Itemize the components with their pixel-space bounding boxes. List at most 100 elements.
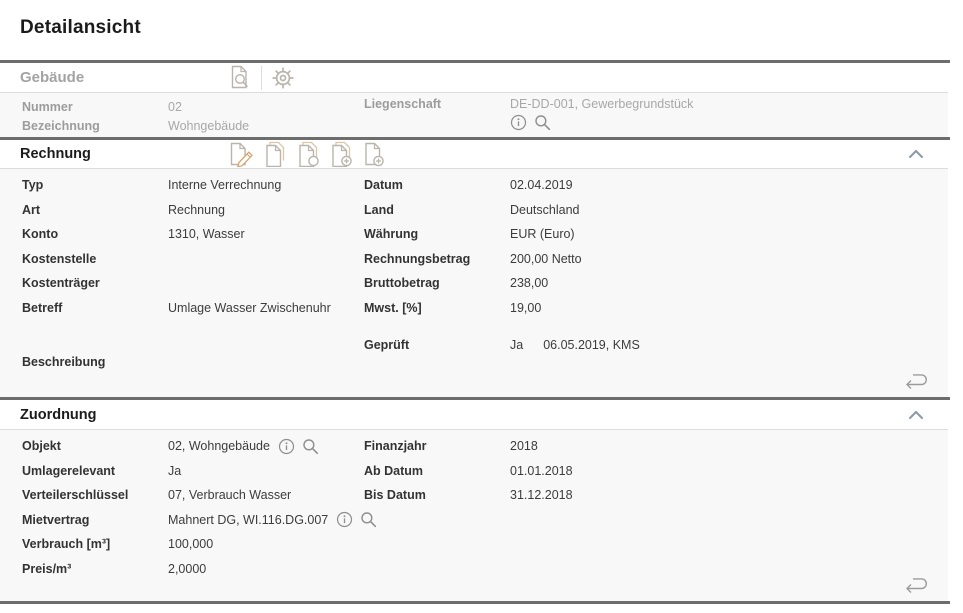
field-row-typ: TypInterne Verrechnung — [22, 173, 364, 198]
field-value: 02 — [168, 100, 182, 114]
detail-view-page: Detailansicht Gebäude Nummer02 Bezeichnun… — [0, 0, 963, 604]
lookup-icons — [510, 114, 693, 131]
field-value: EUR (Euro) — [510, 227, 575, 241]
field-row-umlagerelevant: UmlagerelevantJa — [22, 459, 364, 484]
gebaeude-header: Gebäude — [0, 63, 950, 92]
field-label: Bruttobetrag — [364, 276, 510, 290]
copy-document-add-icon[interactable] — [329, 141, 353, 167]
field-row-mwst: Mwst. [%]19,00 — [364, 296, 948, 321]
field-value: Wohngebäude — [168, 119, 249, 133]
field-value: 2018 — [510, 439, 538, 453]
chevron-up-icon[interactable] — [908, 149, 924, 159]
field-value: 1310, Wasser — [168, 227, 245, 241]
info-icon[interactable] — [278, 438, 295, 455]
field-value: Mahnert DG, WI.116.DG.007 — [168, 513, 328, 527]
zuordnung-fields: Objekt02, WohngebäudeUmlagerelevantJaVer… — [0, 429, 948, 601]
field-row-art: ArtRechnung — [22, 198, 364, 223]
field-label: Geprüft — [364, 338, 510, 352]
rechnung-toolbar — [228, 141, 386, 167]
settings-gear-icon[interactable] — [271, 66, 295, 90]
field-label: Datum — [364, 178, 510, 192]
field-value: 100,000 — [168, 537, 213, 551]
field-value: 2,0000 — [168, 562, 206, 576]
field-value: 200,00 Netto — [510, 252, 582, 266]
zuordnung-left-column: Objekt02, WohngebäudeUmlagerelevantJaVer… — [0, 430, 364, 581]
rechnung-fields: TypInterne VerrechnungArtRechnungKonto13… — [0, 168, 948, 397]
field-label: Preis/m³ — [22, 562, 168, 576]
field-label: Währung — [364, 227, 510, 241]
field-row-ab-datum: Ab Datum01.01.2018 — [364, 459, 948, 484]
field-label: Objekt — [22, 439, 168, 453]
field-row-konto: Konto1310, Wasser — [22, 222, 364, 247]
field-value: 02, Wohngebäude — [168, 439, 270, 453]
edit-document-icon[interactable] — [228, 142, 254, 167]
field-row-betreff: BetreffUmlage Wasser Zwischenuhr — [22, 296, 364, 321]
section-gebaeude: Gebäude Nummer02 BezeichnungWohngebäude L… — [0, 63, 963, 137]
search-icon[interactable] — [534, 114, 551, 131]
field-value: DE-DD-001, Gewerbegrundstück — [510, 97, 693, 111]
field-row-verteilerschlussel: Verteilerschlüssel07, Verbrauch Wasser — [22, 483, 364, 508]
field-label: Kostenstelle — [22, 252, 168, 266]
info-icon[interactable] — [336, 511, 353, 528]
field-row-wahrung: WährungEUR (Euro) — [364, 222, 948, 247]
field-label: Ab Datum — [364, 464, 510, 478]
field-value: 31.12.2018 — [510, 488, 573, 502]
page-title: Detailansicht — [0, 0, 963, 60]
field-row-bruttobetrag: Bruttobetrag238,00 — [364, 271, 948, 296]
field-row-objekt: Objekt02, Wohngebäude — [22, 434, 364, 459]
undo-icon[interactable] — [903, 372, 930, 390]
field-row-rechnungsbetrag: Rechnungsbetrag200,00 Netto — [364, 247, 948, 272]
section-rechnung: Rechnung TypInterne VerrechnungArtRechnu… — [0, 140, 963, 397]
field-label: Verteilerschlüssel — [22, 488, 168, 502]
section-title-gebaeude: Gebäude — [20, 69, 228, 86]
rechnung-left-column: TypInterne VerrechnungArtRechnungKonto13… — [0, 169, 364, 374]
field-label: Konto — [22, 227, 168, 241]
field-label: Betreff — [22, 301, 168, 315]
section-title-zuordnung: Zuordnung — [20, 407, 228, 423]
field-value: 238,00 — [510, 276, 548, 290]
preview-document-icon[interactable] — [228, 65, 252, 90]
new-document-add-icon[interactable] — [362, 141, 386, 167]
gebaeude-right-column: LiegenschaftDE-DD-001, Gewerbegrundstück — [364, 93, 948, 131]
field-label: Bis Datum — [364, 488, 510, 502]
info-icon[interactable] — [510, 114, 527, 131]
field-label: Typ — [22, 178, 168, 192]
field-row-bis-datum: Bis Datum31.12.2018 — [364, 483, 948, 508]
field-row-land: LandDeutschland — [364, 198, 948, 223]
field-value: 07, Verbrauch Wasser — [168, 488, 291, 502]
field-label: Beschreibung — [22, 355, 168, 369]
gebaeude-fields: Nummer02 BezeichnungWohngebäude Liegensch… — [0, 92, 948, 137]
field-row-datum: Datum02.04.2019 — [364, 173, 948, 198]
copy-document-circle-icon[interactable] — [296, 141, 320, 167]
undo-icon[interactable] — [903, 576, 930, 594]
section-zuordnung: Zuordnung Objekt02, WohngebäudeUmlagerel… — [0, 400, 963, 601]
field-value: 01.01.2018 — [510, 464, 573, 478]
field-row-kostentrager: Kostenträger — [22, 271, 364, 296]
zuordnung-right-column: Finanzjahr2018Ab Datum01.01.2018Bis Datu… — [364, 430, 948, 508]
copy-document-icon[interactable] — [263, 141, 287, 167]
field-row-beschreibung: Beschreibung — [22, 349, 364, 374]
field-label: Nummer — [22, 100, 168, 114]
field-value: Interne Verrechnung — [168, 178, 281, 192]
field-value: Ja — [168, 464, 181, 478]
lookup-icons — [336, 511, 377, 528]
search-icon[interactable] — [302, 438, 319, 455]
field-label: Mietvertrag — [22, 513, 168, 527]
field-row-mietvertrag: MietvertragMahnert DG, WI.116.DG.007 — [22, 508, 364, 533]
field-value: Ja — [510, 338, 523, 352]
field-row-finanzjahr: Finanzjahr2018 — [364, 434, 948, 459]
field-label: Kostenträger — [22, 276, 168, 290]
search-icon[interactable] — [360, 511, 377, 528]
field-label: Finanzjahr — [364, 439, 510, 453]
field-value: Umlage Wasser Zwischenuhr — [168, 301, 331, 315]
chevron-up-icon[interactable] — [908, 410, 924, 420]
field-label: Umlagerelevant — [22, 464, 168, 478]
field-label: Land — [364, 203, 510, 217]
field-row-gepruft: GeprüftJa06.05.2019, KMS — [364, 332, 948, 357]
field-value: 02.04.2019 — [510, 178, 573, 192]
zuordnung-header: Zuordnung — [0, 400, 950, 429]
field-row-verbrauch-m: Verbrauch [m³]100,000 — [22, 532, 364, 557]
section-title-rechnung: Rechnung — [20, 146, 228, 162]
toolbar-separator — [261, 66, 262, 90]
field-row-bezeichnung: BezeichnungWohngebäude — [22, 116, 364, 135]
